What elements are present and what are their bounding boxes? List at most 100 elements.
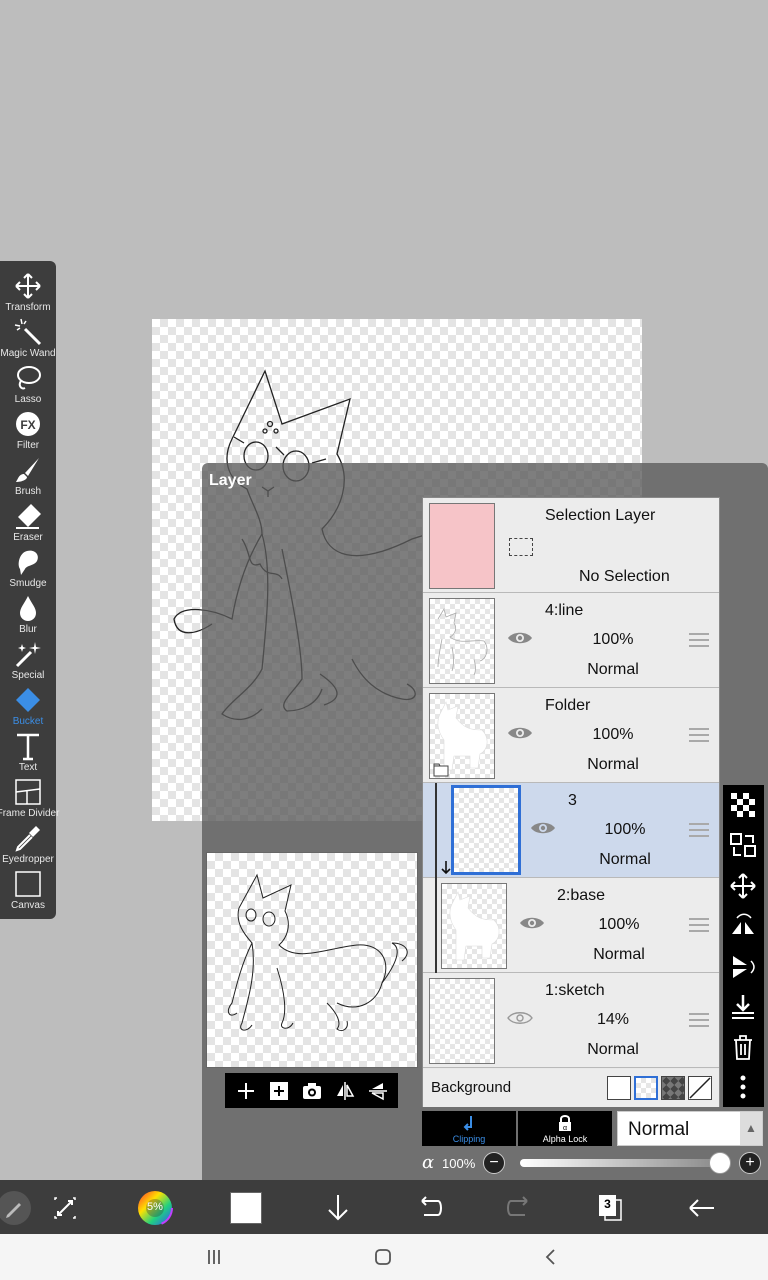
visibility-eye-icon[interactable] — [507, 1009, 533, 1027]
background-none-option[interactable] — [688, 1076, 712, 1100]
camera-icon[interactable] — [301, 1080, 323, 1102]
tool-text[interactable]: Text — [0, 729, 56, 775]
opacity-slider[interactable] — [520, 1159, 720, 1167]
fx-icon: FX — [16, 412, 40, 436]
clipping-button[interactable]: Clipping — [422, 1111, 516, 1146]
tool-brush[interactable]: Brush — [0, 453, 56, 499]
visibility-eye-icon[interactable] — [530, 819, 556, 837]
tool-blur[interactable]: Blur — [0, 591, 56, 637]
more-options-icon[interactable] — [729, 1073, 757, 1101]
layer-blend-mode: Normal — [587, 1041, 639, 1058]
tool-label: Text — [18, 762, 38, 773]
frame-divider-icon — [15, 779, 41, 805]
background-dark-option[interactable] — [661, 1076, 685, 1100]
flip-horizontal-icon[interactable] — [729, 912, 757, 940]
tool-transform[interactable]: Transform — [0, 269, 56, 315]
selection-layer-row[interactable]: Selection Layer No Selection — [423, 498, 719, 593]
folder-indent-line — [435, 783, 437, 878]
trash-icon[interactable] — [729, 1033, 757, 1061]
tool-smudge[interactable]: Smudge — [0, 545, 56, 591]
drag-handle-icon[interactable] — [689, 823, 709, 837]
layer-blend-mode: Normal — [593, 946, 645, 963]
tool-canvas[interactable]: Canvas — [0, 867, 56, 913]
layer-swap-icon[interactable] — [729, 831, 757, 859]
clipping-arrow-icon — [463, 1116, 472, 1131]
undo-icon[interactable] — [412, 1191, 446, 1225]
layer-opacity: 14% — [596, 1011, 630, 1028]
tool-filter[interactable]: FX Filter — [0, 407, 56, 453]
back-icon[interactable] — [541, 1247, 561, 1267]
layer-name: 3 — [568, 792, 577, 809]
blend-mode-dropdown[interactable]: Normal ▲ — [617, 1111, 763, 1146]
svg-text:α: α — [563, 1125, 567, 1132]
transform-selection-icon[interactable] — [48, 1191, 82, 1225]
layer-row-selected[interactable]: 3 100% Normal — [423, 783, 719, 878]
clipping-label: Clipping — [452, 1134, 486, 1144]
color-wheel-button[interactable]: 5% — [137, 1190, 173, 1226]
drag-handle-icon[interactable] — [689, 633, 709, 647]
bucket-icon — [16, 688, 40, 712]
tool-label: Bucket — [12, 716, 44, 727]
background-white-option[interactable] — [607, 1076, 631, 1100]
opacity-slider-knob[interactable] — [709, 1152, 731, 1174]
opacity-decrease-button[interactable]: − — [483, 1152, 505, 1174]
drag-handle-icon[interactable] — [689, 918, 709, 932]
layer-row[interactable]: 2:base 100% Normal — [423, 878, 719, 973]
selection-status: No Selection — [579, 568, 670, 585]
tool-sidebar: Transform Magic Wand Lasso FX Filter Bru… — [0, 261, 60, 919]
background-transparent-option[interactable] — [634, 1076, 658, 1100]
flip-horizontal-icon[interactable] — [334, 1080, 356, 1102]
opacity-increase-button[interactable]: + — [739, 1152, 761, 1174]
alpha-lock-button[interactable]: α Alpha Lock — [518, 1111, 612, 1146]
drag-handle-icon[interactable] — [689, 1013, 709, 1027]
bottom-toolbar: 5% 3 — [0, 1180, 768, 1234]
add-layer-box-icon[interactable] — [268, 1080, 290, 1102]
visibility-eye-icon[interactable] — [507, 724, 533, 742]
dropdown-arrow-icon: ▲ — [740, 1112, 762, 1145]
layer-row[interactable]: Folder 100% Normal — [423, 688, 719, 783]
tool-eraser[interactable]: Eraser — [0, 499, 56, 545]
primary-color-swatch[interactable] — [230, 1192, 262, 1224]
layer-row[interactable]: 1:sketch 14% Normal — [423, 973, 719, 1068]
add-layer-icon[interactable] — [235, 1080, 257, 1102]
merge-down-icon[interactable] — [729, 993, 757, 1021]
tool-label: Frame Divider — [0, 808, 60, 819]
visibility-eye-icon[interactable] — [507, 629, 533, 647]
brush-size-label: 5% — [147, 1201, 163, 1213]
layer-name: Folder — [545, 697, 591, 714]
pen-button[interactable] — [0, 1191, 31, 1225]
layer-thumbnail — [429, 693, 495, 779]
flip-vertical-icon[interactable] — [729, 953, 757, 981]
tool-bucket[interactable]: Bucket — [0, 683, 56, 729]
layer-row[interactable]: 4:line 100% Normal — [423, 593, 719, 688]
layer-thumbnail — [441, 883, 507, 969]
tool-label: Lasso — [14, 394, 42, 405]
recent-apps-icon[interactable] — [204, 1247, 224, 1267]
move-arrows-icon — [15, 273, 41, 299]
layer-blend-mode: Normal — [599, 851, 651, 868]
tool-label: Magic Wand — [0, 348, 56, 359]
tool-magic-wand[interactable]: Magic Wand — [0, 315, 56, 361]
layers-button[interactable]: 3 — [594, 1191, 628, 1225]
checker-fill-icon[interactable] — [729, 791, 757, 819]
layer-count: 3 — [604, 1197, 611, 1211]
eyedropper-icon — [15, 826, 40, 852]
tool-lasso[interactable]: Lasso — [0, 361, 56, 407]
home-icon[interactable] — [373, 1247, 393, 1267]
tool-special[interactable]: Special — [0, 637, 56, 683]
move-arrows-icon[interactable] — [729, 872, 757, 900]
drag-handle-icon[interactable] — [689, 728, 709, 742]
layer-opacity: 100% — [592, 726, 634, 743]
tool-label: Brush — [14, 486, 42, 497]
visibility-eye-icon[interactable] — [519, 914, 545, 932]
tool-frame-divider[interactable]: Frame Divider — [0, 775, 60, 821]
alpha-symbol-icon: α — [422, 1152, 435, 1173]
redo-icon[interactable] — [503, 1191, 537, 1225]
layer-name: 1:sketch — [545, 982, 605, 999]
back-arrow-icon[interactable] — [685, 1191, 719, 1225]
droplet-icon — [20, 596, 36, 621]
tool-eyedropper[interactable]: Eyedropper — [0, 821, 56, 867]
flip-vertical-icon[interactable] — [367, 1080, 389, 1102]
text-icon — [17, 733, 39, 761]
down-arrow-icon[interactable] — [321, 1191, 355, 1225]
